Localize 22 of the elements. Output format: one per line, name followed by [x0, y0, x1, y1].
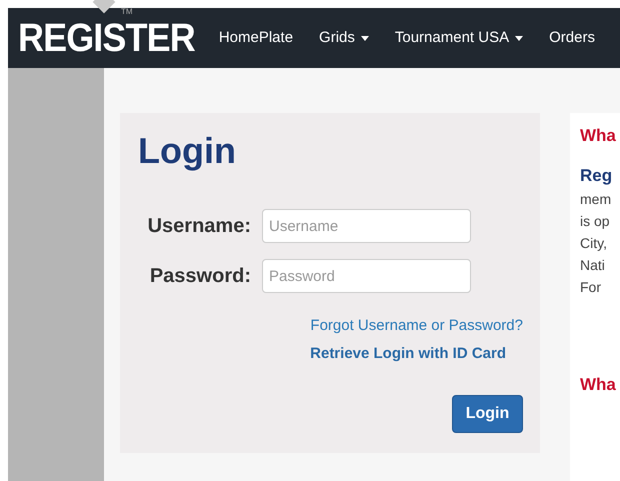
info-heading: Wha [580, 125, 617, 147]
info-subheading: Reg [580, 164, 614, 187]
nav-link[interactable]: HomePlate [218, 26, 294, 50]
field-label: Password: [148, 264, 252, 289]
link[interactable]: Forgot Username or Password? [310, 315, 523, 338]
login-title: Login [138, 133, 237, 169]
trademark: TM [121, 6, 133, 18]
info-text: is op [580, 212, 611, 231]
field-label: Username: [146, 214, 252, 239]
link[interactable]: Retrieve Login with ID Card [310, 342, 523, 365]
info-text: mem [580, 190, 612, 209]
info-text: For [580, 278, 602, 297]
nav-link[interactable]: Grids [319, 26, 369, 50]
info-text: Nati [580, 256, 606, 275]
info-heading: Wha [580, 374, 617, 396]
nav-link[interactable]: Tournament USA [394, 26, 524, 50]
logo: REGISTER [18, 18, 195, 58]
input-field[interactable]: Username [262, 209, 471, 243]
nav-link[interactable]: Orders [549, 26, 595, 50]
login-button[interactable]: Login [452, 395, 523, 433]
info-text: City, [580, 234, 608, 253]
input-field[interactable]: Password [262, 259, 471, 293]
